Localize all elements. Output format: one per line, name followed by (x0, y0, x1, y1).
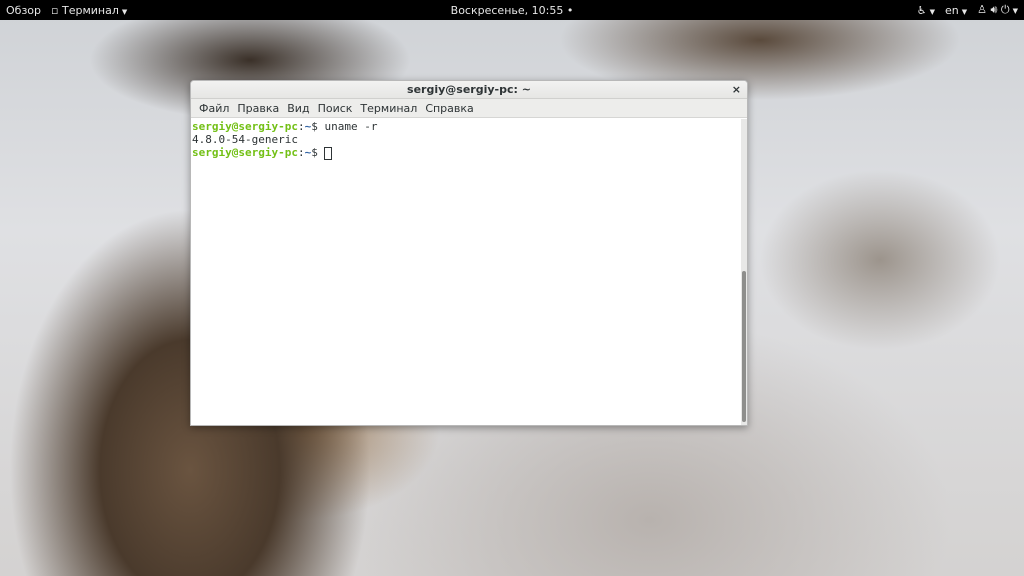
scrollbar[interactable] (741, 119, 747, 425)
prompt-user: sergiy@sergiy-pc (192, 146, 298, 159)
terminal-line: sergiy@sergiy-pc:~$ (192, 146, 740, 160)
menu-terminal[interactable]: Терминал (356, 102, 421, 115)
menu-view[interactable]: Вид (283, 102, 313, 115)
chevron-down-icon: ▼ (961, 7, 968, 16)
language-menu[interactable]: en ▼ (945, 4, 967, 17)
app-menu-label: Терминал (61, 3, 119, 17)
menu-edit[interactable]: Правка (233, 102, 283, 115)
text-cursor (324, 146, 333, 160)
menu-help[interactable]: Справка (421, 102, 477, 115)
menu-file[interactable]: Файл (195, 102, 233, 115)
chevron-down-icon: ▼ (1012, 7, 1018, 15)
power-icon: ⏻ (1000, 3, 1010, 16)
activities-button[interactable]: Обзор (6, 4, 41, 17)
terminal-line: 4.8.0-54-generic (192, 133, 298, 146)
chevron-down-icon: ▼ (121, 7, 128, 16)
prompt-symbol: $ (311, 120, 325, 133)
volume-icon: 🔊︎ (990, 3, 998, 16)
terminal-line: sergiy@sergiy-pc:~$ uname -r (192, 120, 740, 133)
chevron-down-icon: ▼ (929, 7, 935, 16)
terminal-output[interactable]: sergiy@sergiy-pc:~$ uname -r 4.8.0-54-ge… (191, 119, 741, 425)
close-icon[interactable]: × (732, 81, 741, 99)
clock[interactable]: Воскресенье, 10:55 (451, 4, 564, 17)
terminal-app-icon: ▫ (51, 3, 59, 17)
app-menu[interactable]: ▫ Терминал ▼ (51, 4, 127, 17)
prompt-user: sergiy@sergiy-pc (192, 120, 298, 133)
accessibility-menu[interactable]: ♿ ▼ (917, 4, 935, 17)
prompt-sep: : (297, 146, 305, 159)
prompt-sep: : (297, 120, 305, 133)
language-label: en (944, 3, 959, 17)
menu-search[interactable]: Поиск (314, 102, 357, 115)
accessibility-icon: ♿ (916, 3, 927, 17)
prompt-symbol: $ (311, 146, 325, 159)
title-bar[interactable]: sergiy@sergiy-pc: ~ × (191, 81, 747, 99)
system-menu[interactable]: ♙ 🔊︎ ⏻ ▼ (977, 3, 1018, 17)
menu-bar: Файл Правка Вид Поиск Терминал Справка (191, 99, 747, 118)
window-title: sergiy@sergiy-pc: ~ (407, 83, 531, 96)
notification-dot-icon: • (563, 3, 574, 17)
top-bar: Обзор ▫ Терминал ▼ Воскресенье, 10:55 • ♿… (0, 0, 1024, 20)
scrollbar-thumb[interactable] (742, 271, 746, 422)
network-icon: ♙ (977, 3, 987, 16)
command: uname -r (324, 120, 378, 133)
terminal-window: sergiy@sergiy-pc: ~ × Файл Правка Вид По… (190, 80, 748, 426)
